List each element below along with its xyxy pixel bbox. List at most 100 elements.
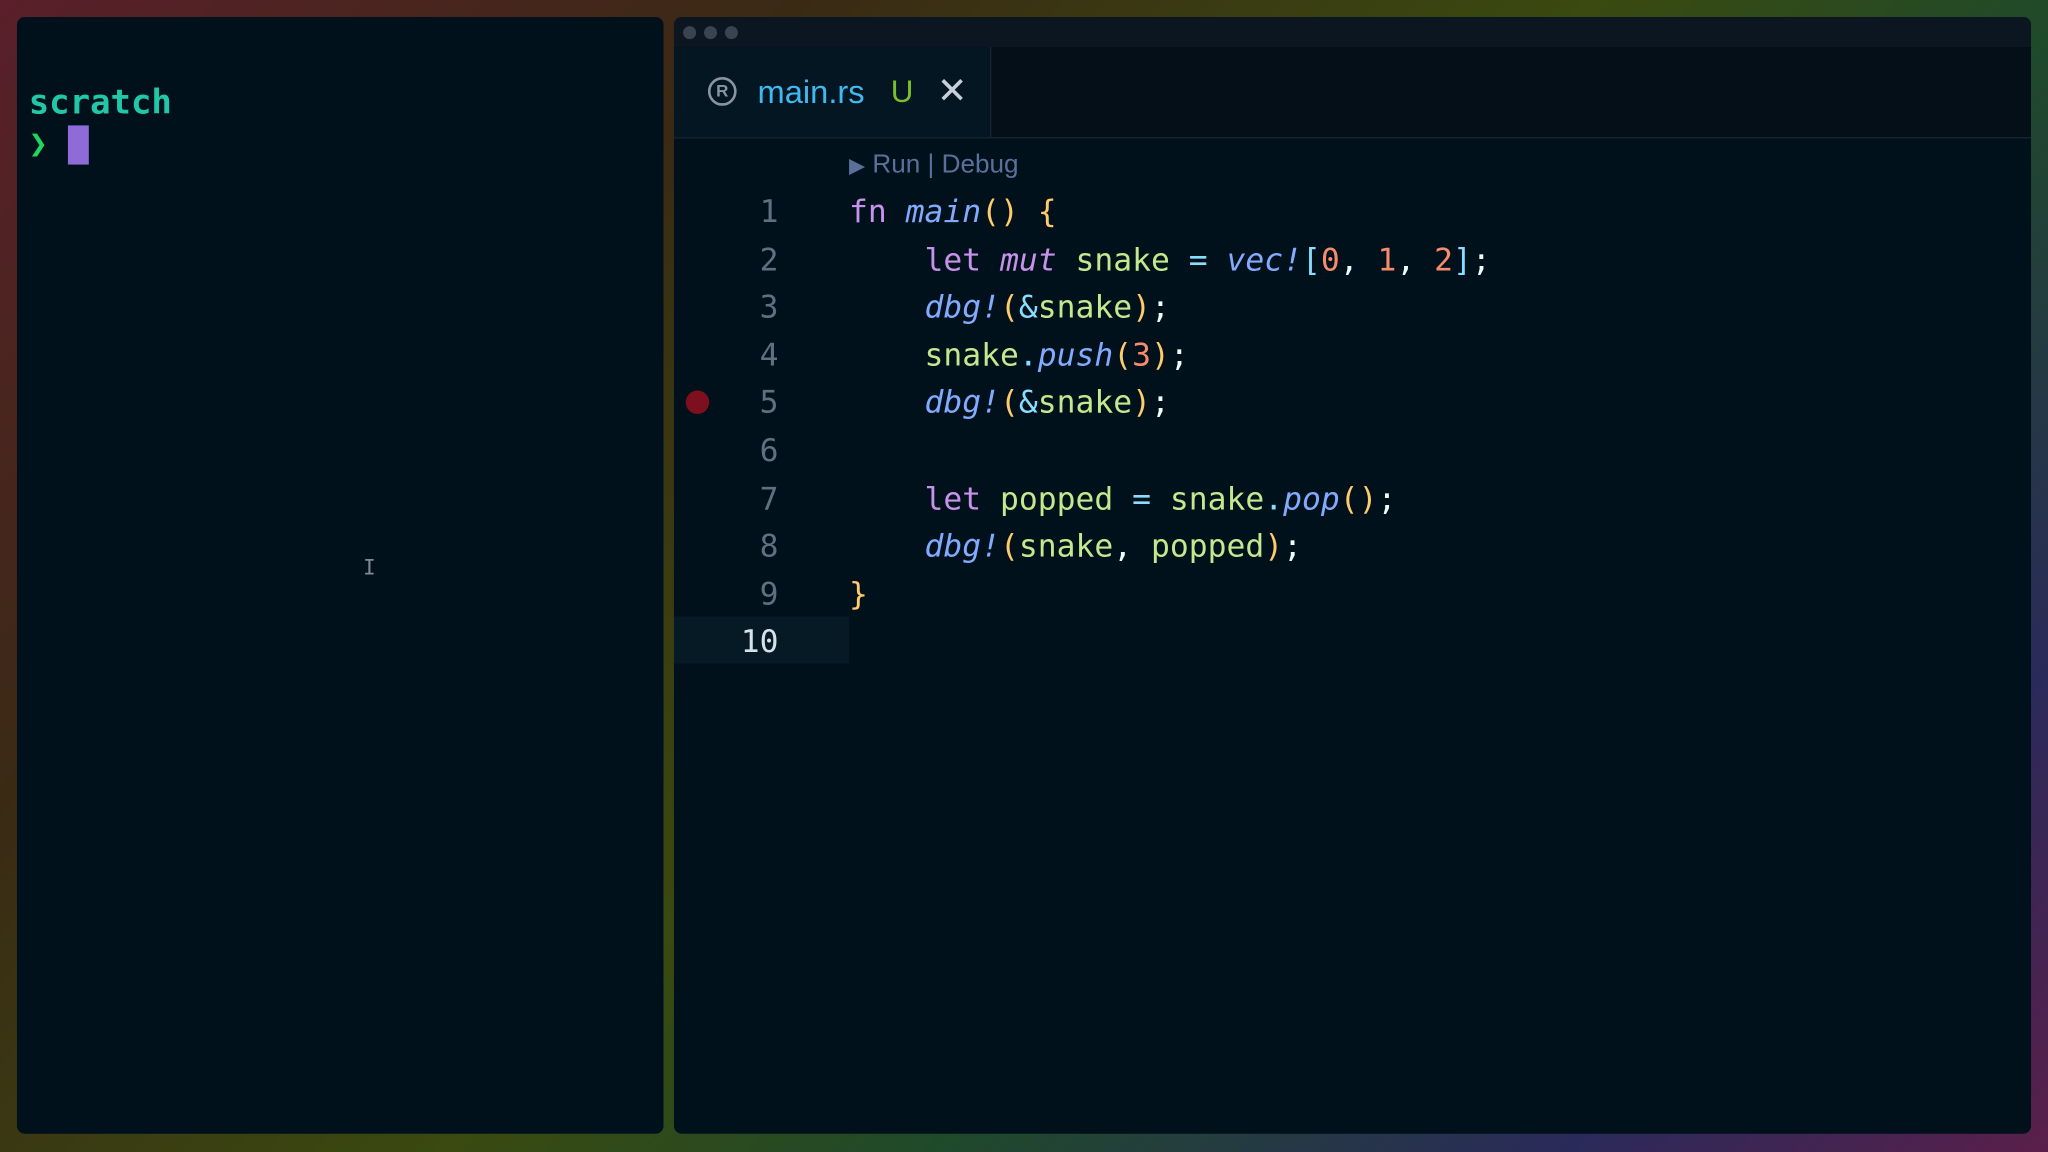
mouse-ibeam-icon: I [363, 555, 376, 580]
code-token: ( [999, 527, 1019, 565]
line-number: 10 [740, 623, 779, 661]
code-token: ; [1150, 384, 1170, 422]
code-token: snake [1169, 480, 1265, 517]
code-line[interactable]: let mut snake = vec![0, 1, 2]; [849, 236, 1491, 283]
code-token: let [924, 241, 1000, 278]
breakpoint-icon[interactable] [685, 390, 710, 415]
code-token: pop [1283, 480, 1340, 517]
run-link[interactable]: Run [872, 150, 920, 179]
code-token: () [1339, 480, 1378, 517]
code-token: , [1396, 241, 1435, 278]
code-token: = [1188, 241, 1227, 278]
code-token: popped [999, 480, 1133, 517]
untracked-badge: U [890, 74, 914, 110]
play-icon: ▶ [848, 155, 866, 178]
code-token: & [1018, 288, 1038, 326]
terminal-cursor [67, 125, 89, 165]
code-token: 0 [1320, 241, 1340, 278]
code-token: fn [848, 193, 906, 230]
code-token: ) [1132, 288, 1151, 326]
code-token: snake [1018, 527, 1114, 565]
code-token: snake [924, 336, 1019, 374]
code-token: main [905, 193, 982, 230]
code-token: popped [1150, 527, 1265, 565]
code-token: ; [1377, 480, 1397, 517]
code-token: ) [1150, 336, 1170, 374]
code-token: 1 [1377, 241, 1397, 278]
code-token: ; [1283, 527, 1302, 565]
code-token: mut [999, 241, 1076, 278]
line-number: 4 [759, 336, 779, 374]
code-token: } [848, 575, 868, 613]
tab-main-rs[interactable]: R main.rs U ✕ [673, 47, 992, 138]
line-number: 8 [759, 527, 779, 565]
line-number: 1 [759, 193, 779, 230]
terminal-pane[interactable]: scratch ❯ I [16, 16, 664, 1134]
code-token: snake [1037, 384, 1133, 422]
code-line[interactable]: dbg!(&snake); [849, 284, 1170, 331]
code-token: dbg! [924, 288, 1000, 326]
prompt-chevron-icon: ❯ [28, 125, 48, 162]
tab-bar: R main.rs U ✕ [673, 47, 2032, 139]
code-token: ; [1150, 288, 1170, 326]
code-token: let [924, 480, 1000, 517]
code-token: ] [1452, 241, 1472, 278]
code-line[interactable]: } [849, 571, 868, 618]
code-token: . [1018, 336, 1038, 374]
rust-icon: R [707, 77, 737, 106]
code-token: ) [1132, 384, 1151, 422]
close-icon[interactable]: ✕ [935, 71, 969, 113]
window-titlebar[interactable] [673, 16, 2032, 48]
line-number: 7 [759, 480, 779, 517]
line-number: 6 [759, 432, 779, 469]
code-token: () [981, 193, 1019, 230]
debug-link[interactable]: Debug [942, 150, 1019, 179]
code-token: dbg! [924, 527, 1000, 565]
terminal-directory: scratch [28, 83, 172, 123]
code-line[interactable]: let popped = snake.pop(); [849, 475, 1396, 522]
code-token: ( [999, 288, 1019, 326]
code-token: ) [1264, 527, 1284, 565]
desktop: scratch ❯ I R main.rs U ✕ ▶ Run | Debug … [0, 0, 2048, 1152]
code-token: , [1339, 241, 1378, 278]
codelens-separator: | [927, 150, 935, 179]
code-token: ( [1113, 336, 1133, 374]
code-token: 2 [1434, 241, 1453, 278]
code-token: dbg! [924, 384, 1000, 422]
window-close-dot[interactable] [683, 26, 697, 40]
code-line[interactable]: dbg!(&snake); [849, 379, 1170, 426]
code-line[interactable]: fn main() { [849, 188, 1057, 235]
code-line[interactable]: dbg!(snake, popped); [849, 523, 1302, 570]
line-number: 9 [759, 575, 779, 613]
window-maximize-dot[interactable] [724, 26, 738, 40]
code-token: { [1037, 193, 1057, 230]
codelens: ▶ Run | Debug [849, 148, 1019, 185]
code-token: , [1113, 527, 1151, 565]
code-token: 3 [1132, 336, 1151, 374]
code-token: & [1018, 384, 1038, 422]
line-number: 2 [759, 241, 779, 278]
code-token: ; [1471, 241, 1491, 278]
window-minimize-dot[interactable] [703, 26, 718, 40]
code-token: push [1037, 336, 1114, 374]
code-token: snake [1075, 241, 1189, 278]
tab-filename: main.rs [757, 74, 865, 112]
code-token: = [1132, 480, 1170, 517]
code-token: snake [1037, 288, 1133, 326]
code-token: . [1264, 480, 1284, 517]
line-number: 3 [759, 288, 779, 326]
line-number: 5 [759, 384, 779, 422]
editor-window: R main.rs U ✕ ▶ Run | Debug 1 2 3 4 5 6 7 8 9 10 … [673, 16, 2032, 1134]
code-token: [ [1301, 241, 1321, 278]
code-line[interactable]: snake.push(3); [849, 331, 1189, 378]
code-token: ( [999, 384, 1019, 422]
code-token: ; [1169, 336, 1189, 374]
code-token: vec! [1226, 241, 1302, 278]
